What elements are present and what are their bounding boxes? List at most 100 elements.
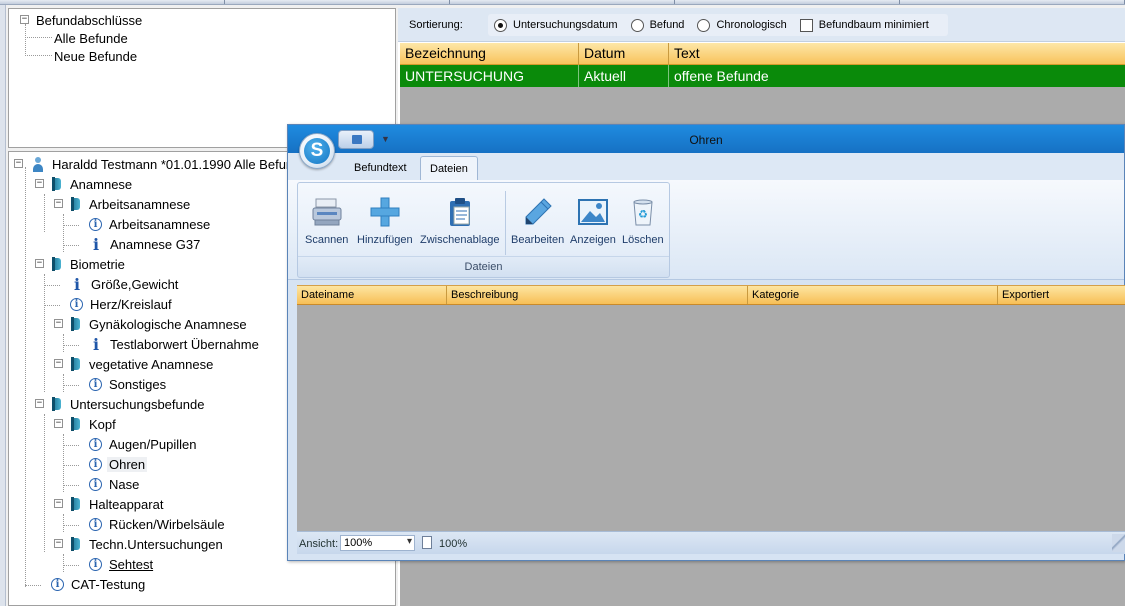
radio-icon[interactable] <box>697 18 711 32</box>
collapse-toggle[interactable]: − <box>54 359 63 368</box>
column-header-text[interactable]: Text <box>669 43 1125 64</box>
tree-line <box>63 525 79 526</box>
scan-button-label: Scannen <box>305 234 349 246</box>
resize-grip[interactable] <box>1112 534 1125 552</box>
tree-line <box>63 434 64 492</box>
collapse-toggle[interactable]: − <box>20 15 29 24</box>
table-row[interactable]: UNTERSUCHUNG Aktuell offene Befunde <box>400 65 1125 87</box>
folder-icon <box>70 497 82 511</box>
tree-line <box>63 385 79 386</box>
tab-dateien[interactable]: Dateien <box>420 156 478 180</box>
zoom-select[interactable]: 100% <box>340 535 415 551</box>
tree-item-arbeitsanamnese[interactable]: i Arbeitsanamnese <box>89 215 212 233</box>
checkbox-icon[interactable] <box>799 18 813 32</box>
quick-access-dropdown-icon[interactable]: ▼ <box>381 134 390 144</box>
tree-line <box>25 585 41 586</box>
collapse-toggle[interactable]: − <box>54 199 63 208</box>
zoom-select-value: 100% <box>344 537 373 549</box>
sort-option-untersuchungsdatum[interactable]: Untersuchungsdatum <box>494 18 618 32</box>
tree-item-untersuchungsbefunde[interactable]: Untersuchungsbefunde <box>51 395 206 413</box>
tree-item-testlaborwert[interactable]: i Testlaborwert Übernahme <box>91 335 261 353</box>
tree-label: Augen/Pupillen <box>109 436 197 452</box>
tree-item-patient[interactable]: Haraldd Testmann *01.01.1990 Alle Befund… <box>31 155 310 173</box>
tree-label: Haraldd Testmann *01.01.1990 Alle Befund… <box>52 156 308 172</box>
tab-befundtext[interactable]: Befundtext <box>345 156 416 180</box>
tree-item-nase[interactable]: i Nase <box>89 475 141 493</box>
info-circle-icon: i <box>89 377 102 391</box>
sort-option-befund[interactable]: Befund <box>630 18 685 32</box>
scan-button[interactable]: Scannen <box>305 196 348 252</box>
column-header-bezeichnung[interactable]: Bezeichnung <box>400 43 579 64</box>
tree-item-sehtest[interactable]: i Sehtest <box>89 555 155 573</box>
radio-icon[interactable] <box>630 18 644 32</box>
column-header-datum[interactable]: Datum <box>579 43 669 64</box>
collapse-toggle[interactable]: − <box>54 319 63 328</box>
collapse-toggle[interactable]: − <box>14 159 23 168</box>
tree-item-ruecken-wirbelsaeule[interactable]: i Rücken/Wirbelsäule <box>89 515 227 533</box>
befundbaum-minimiert-checkbox[interactable]: Befundbaum minimiert <box>799 18 929 32</box>
column-header-exportiert[interactable]: Exportiert <box>998 286 1125 304</box>
tree-line <box>25 55 52 56</box>
info-circle-icon: i <box>51 577 64 591</box>
tree-item-kopf[interactable]: Kopf <box>70 415 118 433</box>
file-grid-empty-area <box>297 305 1125 531</box>
sort-option-chronologisch[interactable]: Chronologisch <box>697 18 787 32</box>
tree-item-arbeitsanamnese-folder[interactable]: Arbeitsanamnese <box>70 195 192 213</box>
tree-item-techn-untersuchungen[interactable]: Techn.Untersuchungen <box>70 535 225 553</box>
collapse-toggle[interactable]: − <box>35 179 44 188</box>
tree-item-sonstiges[interactable]: i Sonstiges <box>89 375 168 393</box>
sort-option-label: Untersuchungsdatum <box>513 19 618 31</box>
radio-selected-icon[interactable] <box>494 18 507 32</box>
tree-line <box>63 245 79 246</box>
tree-item-gynaekologische-anamnese[interactable]: Gynäkologische Anamnese <box>70 315 249 333</box>
tree-line <box>25 167 26 587</box>
tree-item-halteapparat[interactable]: Halteapparat <box>70 495 165 513</box>
collapse-toggle[interactable]: − <box>35 259 44 268</box>
clipboard-button[interactable]: Zwischenablage <box>420 196 500 252</box>
tree-line <box>63 465 79 466</box>
tree-line <box>44 285 60 286</box>
tree-item-groesse-gewicht[interactable]: i Größe,Gewicht <box>72 275 180 293</box>
tree-item-ohren[interactable]: i Ohren <box>89 455 148 473</box>
collapse-toggle[interactable]: − <box>54 499 63 508</box>
tree-item-herz-kreislauf[interactable]: i Herz/Kreislauf <box>70 295 174 313</box>
add-button[interactable]: Hinzufügen <box>357 196 413 252</box>
collapse-toggle[interactable]: − <box>35 399 44 408</box>
column-header-dateiname[interactable]: Dateiname <box>297 286 447 304</box>
view-button-label: Anzeigen <box>570 234 616 246</box>
view-button[interactable]: Anzeigen <box>570 196 616 252</box>
tree-item-biometrie[interactable]: Biometrie <box>51 255 127 273</box>
tree-root-befundabschluesse[interactable]: Befundabschlüsse <box>34 11 144 29</box>
column-header-kategorie[interactable]: Kategorie <box>748 286 998 304</box>
tree-label: Sehtest <box>109 556 154 572</box>
tree-item-anamnese[interactable]: Anamnese <box>51 175 134 193</box>
tree-label: vegetative Anamnese <box>89 356 214 372</box>
collapse-toggle[interactable]: − <box>54 539 63 548</box>
tree-item-alle-befunde[interactable]: Alle Befunde <box>52 29 130 47</box>
window-title-bar[interactable]: Ohren ▼ <box>288 125 1124 153</box>
quick-access-print-button[interactable] <box>338 130 374 149</box>
tree-item-vegetative-anamnese[interactable]: vegetative Anamnese <box>70 355 215 373</box>
sort-option-label: Chronologisch <box>716 19 787 31</box>
tree-label: Neue Befunde <box>54 48 138 64</box>
tree-line <box>63 345 79 346</box>
tree-item-augen-pupillen[interactable]: i Augen/Pupillen <box>89 435 198 453</box>
app-menu-orb[interactable]: S <box>299 133 335 169</box>
folder-icon <box>70 317 82 331</box>
page-icon <box>422 536 432 549</box>
tree-line <box>63 214 64 252</box>
tree-item-cat-testung[interactable]: i CAT-Testung <box>51 575 147 593</box>
tree-item-neue-befunde[interactable]: Neue Befunde <box>52 47 139 65</box>
column-header-beschreibung[interactable]: Beschreibung <box>447 286 748 304</box>
tree-line <box>63 554 64 572</box>
edit-button[interactable]: Bearbeiten <box>511 196 564 252</box>
tree-item-anamnese-g37[interactable]: i Anamnese G37 <box>91 235 202 253</box>
delete-button[interactable]: ♻ Löschen <box>622 196 664 252</box>
zoom-value: 100% <box>439 538 468 550</box>
tree-line <box>25 37 52 38</box>
clipboard-button-label: Zwischenablage <box>420 234 500 246</box>
collapse-toggle[interactable]: − <box>54 419 63 428</box>
file-grid-header: Dateiname Beschreibung Kategorie Exporti… <box>297 285 1125 305</box>
cell-datum: Aktuell <box>579 65 669 87</box>
sort-option-label: Befund <box>649 19 685 31</box>
